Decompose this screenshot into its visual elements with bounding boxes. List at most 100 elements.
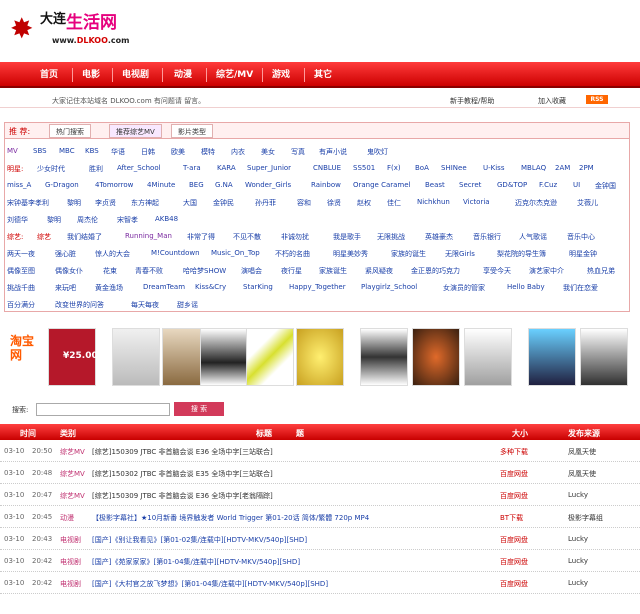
tag-link[interactable]: MBC [59, 147, 75, 155]
tag-link[interactable]: 不朽的名曲 [275, 249, 310, 259]
tag-link[interactable]: 金钟民 [213, 198, 234, 208]
tag-link[interactable]: KARA [217, 164, 236, 172]
tag-link[interactable]: 甜乡谣 [177, 300, 198, 310]
tag-link[interactable]: 少女时代 [37, 164, 65, 174]
tag-link[interactable]: 黎明 [47, 215, 61, 225]
nav-home[interactable]: 首页 [40, 62, 58, 88]
tag-link[interactable]: 艾薇儿 [577, 198, 598, 208]
tag-link[interactable]: 明星金钟 [569, 249, 597, 259]
tag-link[interactable]: StarKing [243, 283, 273, 291]
tag-link[interactable]: 享受今天 [483, 266, 511, 276]
tag-link[interactable]: 非诚勿扰 [281, 232, 309, 242]
nav-other[interactable]: 其它 [314, 62, 332, 88]
tag-link[interactable]: 刘德华 [7, 215, 28, 225]
tag-link[interactable]: AKB48 [155, 215, 178, 223]
tag-link[interactable]: 不见不散 [233, 232, 261, 242]
tag-link[interactable]: 迈克尔杰克逊 [515, 198, 557, 208]
rss-badge[interactable]: RSS [586, 95, 608, 104]
tag-link[interactable]: U-Kiss [483, 164, 504, 172]
tag-link[interactable]: Rainbow [311, 181, 341, 189]
tag-link[interactable]: 李贞贤 [95, 198, 116, 208]
message-link[interactable]: 留言 [184, 97, 198, 105]
tag-link[interactable]: Nichkhun [417, 198, 450, 206]
nav-movies[interactable]: 电影 [82, 62, 100, 88]
nav-anime[interactable]: 动漫 [174, 62, 192, 88]
tag-link[interactable]: 2AM [555, 164, 570, 172]
tag-link[interactable]: 夜行星 [281, 266, 302, 276]
tag-link[interactable]: 容和 [297, 198, 311, 208]
tag-link[interactable]: miss_A [7, 181, 31, 189]
row-title-link[interactable]: [国产]《苑家家家》[第01-04集/连载中][HDTV-MKV/540p][S… [92, 557, 300, 567]
nav-variety[interactable]: 综艺/MV [216, 62, 253, 88]
tag-link[interactable]: 演唱会 [241, 266, 262, 276]
tag-link[interactable]: 偶像女仆 [55, 266, 83, 276]
tag-link[interactable]: KBS [85, 147, 99, 155]
tab-hot-search[interactable]: 热门搜索 [49, 124, 91, 138]
tag-link[interactable]: Super_Junior [247, 164, 291, 172]
nav-games[interactable]: 游戏 [272, 62, 290, 88]
tag-link[interactable]: G.NA [215, 181, 233, 189]
tag-link[interactable]: 两天一夜 [7, 249, 35, 259]
tag-link[interactable]: 英雄豪杰 [425, 232, 453, 242]
tag-link[interactable]: 胜利 [89, 164, 103, 174]
tag-link[interactable]: 来玩吧 [55, 283, 76, 293]
tag-link[interactable]: 美女 [261, 147, 275, 157]
tab-film-types[interactable]: 影片类型 [171, 124, 213, 138]
tag-link[interactable]: 东方神起 [131, 198, 159, 208]
tag-link[interactable]: MV [7, 147, 18, 155]
tag-link[interactable]: 家族的诞生 [391, 249, 426, 259]
ad-thumb[interactable] [528, 328, 576, 386]
tag-link[interactable]: BEG [189, 181, 204, 189]
tag-link[interactable]: Victoria [463, 198, 490, 206]
row-title-link[interactable]: [综艺]150309 JTBC 非首脑会谈 E36 全场中字[老翁隔踪] [92, 491, 273, 501]
tag-link[interactable]: 黄金渔场 [95, 283, 123, 293]
tag-link[interactable]: 大国 [183, 198, 197, 208]
tag-link[interactable]: 欧美 [171, 147, 185, 157]
tag-link[interactable]: G-Dragon [45, 181, 79, 189]
add-favorite-link[interactable]: 加入收藏 [538, 96, 566, 106]
row-category-link[interactable]: 电视剧 [60, 535, 81, 545]
search-input[interactable] [36, 403, 170, 416]
tag-link[interactable]: 每天每夜 [131, 300, 159, 310]
feedback-link[interactable]: 有问题请 [154, 97, 182, 105]
tag-link[interactable]: After_School [117, 164, 161, 172]
table-row[interactable]: 03-10 20:47 综艺MV [综艺]150309 JTBC 非首脑会谈 E… [0, 484, 640, 506]
tag-link[interactable]: F.Cuz [539, 181, 557, 189]
tag-link[interactable]: 音乐中心 [567, 232, 595, 242]
ad-thumb[interactable] [412, 328, 460, 386]
ad-thumb[interactable] [112, 328, 160, 386]
ad-thumb[interactable] [464, 328, 512, 386]
tag-link[interactable]: Happy_Together [289, 283, 346, 291]
tag-link[interactable]: 改变世界的问答 [55, 300, 104, 310]
help-link[interactable]: 新手教程/帮助 [450, 96, 494, 106]
tag-link[interactable]: 2PM [579, 164, 594, 172]
tag-link[interactable]: 孙丹菲 [255, 198, 276, 208]
tag-link[interactable]: 综艺 [37, 232, 51, 242]
tag-link[interactable]: 徐贤 [327, 198, 341, 208]
row-category-link[interactable]: 综艺MV [60, 447, 85, 457]
tag-link[interactable]: 赵权 [357, 198, 371, 208]
tag-link[interactable]: 梨花院的导生簿 [497, 249, 546, 259]
tag-link[interactable]: 佳仁 [387, 198, 401, 208]
table-row[interactable]: 03-10 20:45 动漫 【极影字幕社】★10月新番 境界触发者 World… [0, 506, 640, 528]
tag-link[interactable]: 有声小说 [319, 147, 347, 157]
tag-link[interactable]: 偶像至图 [7, 266, 35, 276]
ad-thumb[interactable] [200, 328, 248, 386]
tag-link[interactable]: 女演员的管家 [443, 283, 485, 293]
taobao-logo[interactable]: 淘宝网 [10, 334, 42, 380]
ad-thumb[interactable] [360, 328, 408, 386]
tag-link[interactable]: 4Tomorrow [95, 181, 133, 189]
tag-link[interactable]: 我们结婚了 [67, 232, 102, 242]
row-title-link[interactable]: [国产]《大村官之放飞梦想》[第01-04集/连载中][HDTV-MKV/540… [92, 579, 328, 589]
tag-link[interactable]: SBS [33, 147, 47, 155]
tag-link[interactable]: 内衣 [231, 147, 245, 157]
search-button[interactable]: 搜 索 [174, 402, 224, 416]
tag-link[interactable]: 热血兄弟 [587, 266, 615, 276]
tag-link[interactable]: 日韩 [141, 147, 155, 157]
row-category-link[interactable]: 电视剧 [60, 579, 81, 589]
tag-link[interactable]: 青春不败 [135, 266, 163, 276]
tag-link[interactable]: Running_Man [125, 232, 172, 240]
table-row[interactable]: 03-10 20:50 综艺MV [综艺]150309 JTBC 非首脑会谈 E… [0, 440, 640, 462]
row-title-link[interactable]: [综艺]150309 JTBC 非首脑会谈 E36 全场中字[三站联合] [92, 447, 273, 457]
tag-link[interactable]: 无限Girls [445, 249, 475, 259]
